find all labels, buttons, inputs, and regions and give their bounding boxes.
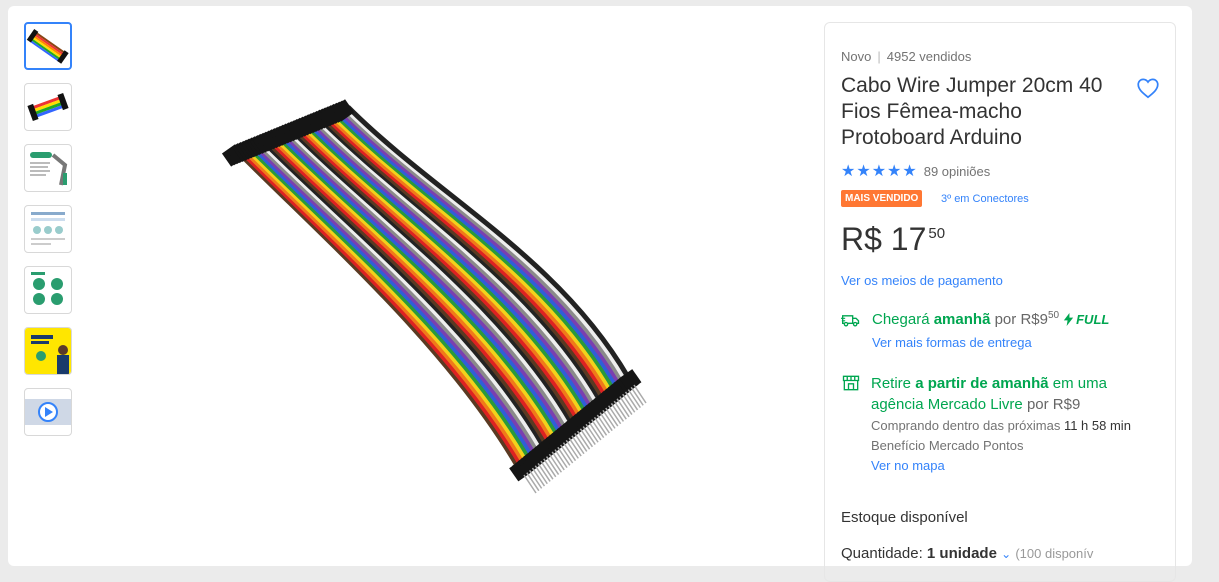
price-cents: 50 xyxy=(928,225,946,242)
sold-count: 4952 vendidos xyxy=(886,49,972,64)
meta-separator: | xyxy=(877,49,881,64)
opinions-count: 89 opiniões xyxy=(923,163,991,179)
truck-icon xyxy=(841,310,861,330)
points-benefit: Benefício Mercado Pontos xyxy=(871,438,1024,453)
price-integer: 17 xyxy=(890,221,927,257)
price: R$ 17 50 xyxy=(841,221,945,258)
thumbnail-1[interactable] xyxy=(24,22,72,70)
category-rank-link[interactable]: 3º em Conectores xyxy=(941,193,1029,205)
thumbnail-2[interactable] xyxy=(24,83,72,131)
store-icon xyxy=(841,373,861,393)
buy-box: Novo | 4952 vendidos Cabo Wire Jumper 20cm… xyxy=(824,22,1176,582)
delivery-estimate: Chegará amanhã por R$950 FULL xyxy=(872,310,1109,328)
rating-summary[interactable]: ★★★★★ 89 opiniões xyxy=(841,161,990,181)
pickup-text: Retire a partir de amanhã em uma agência… xyxy=(871,375,1107,413)
shipping-price: R$950 xyxy=(1020,310,1060,328)
arrival-day: amanhã xyxy=(933,311,991,328)
condition-label: Novo xyxy=(841,49,872,64)
arrives-label: Chegará xyxy=(872,311,930,328)
thumbnail-5[interactable] xyxy=(24,266,72,314)
thumbnail-4[interactable] xyxy=(24,205,72,253)
thumbnail-3[interactable] xyxy=(24,144,72,192)
heart-icon[interactable] xyxy=(1135,75,1161,101)
stock-label: Estoque disponível xyxy=(841,509,968,526)
full-badge: FULL xyxy=(1063,312,1109,327)
payment-methods-link[interactable]: Ver os meios de pagamento xyxy=(841,273,1003,288)
product-card: Novo | 4952 vendidos Cabo Wire Jumper 20cm… xyxy=(8,6,1192,582)
thumbnail-6[interactable] xyxy=(24,327,72,375)
pickup-deadline: Comprando dentro das próximas 11 h 58 mi… xyxy=(871,418,1131,433)
star-rating-icon: ★★★★★ xyxy=(841,163,918,180)
see-map-link[interactable]: Ver no mapa xyxy=(871,458,945,473)
product-meta: Novo | 4952 vendidos xyxy=(841,49,971,64)
more-delivery-options-link[interactable]: Ver mais formas de entrega xyxy=(872,335,1032,350)
best-seller-badge: MAIS VENDIDO xyxy=(841,190,923,207)
product-title: Cabo Wire Jumper 20cm 40 Fios Fêmea-mach… xyxy=(841,74,1103,149)
shipping-by: por xyxy=(994,311,1017,328)
product-main-image[interactable] xyxy=(198,82,658,512)
chevron-down-icon[interactable]: ⌄ xyxy=(1001,547,1011,561)
thumbnail-video[interactable] xyxy=(24,388,72,436)
lightning-icon xyxy=(1063,313,1074,326)
quantity-selector[interactable]: Quantidade: 1 unidade ⌄ (100 disponív xyxy=(841,545,1093,562)
play-video-icon xyxy=(25,399,71,425)
price-currency: R$ xyxy=(841,221,882,257)
